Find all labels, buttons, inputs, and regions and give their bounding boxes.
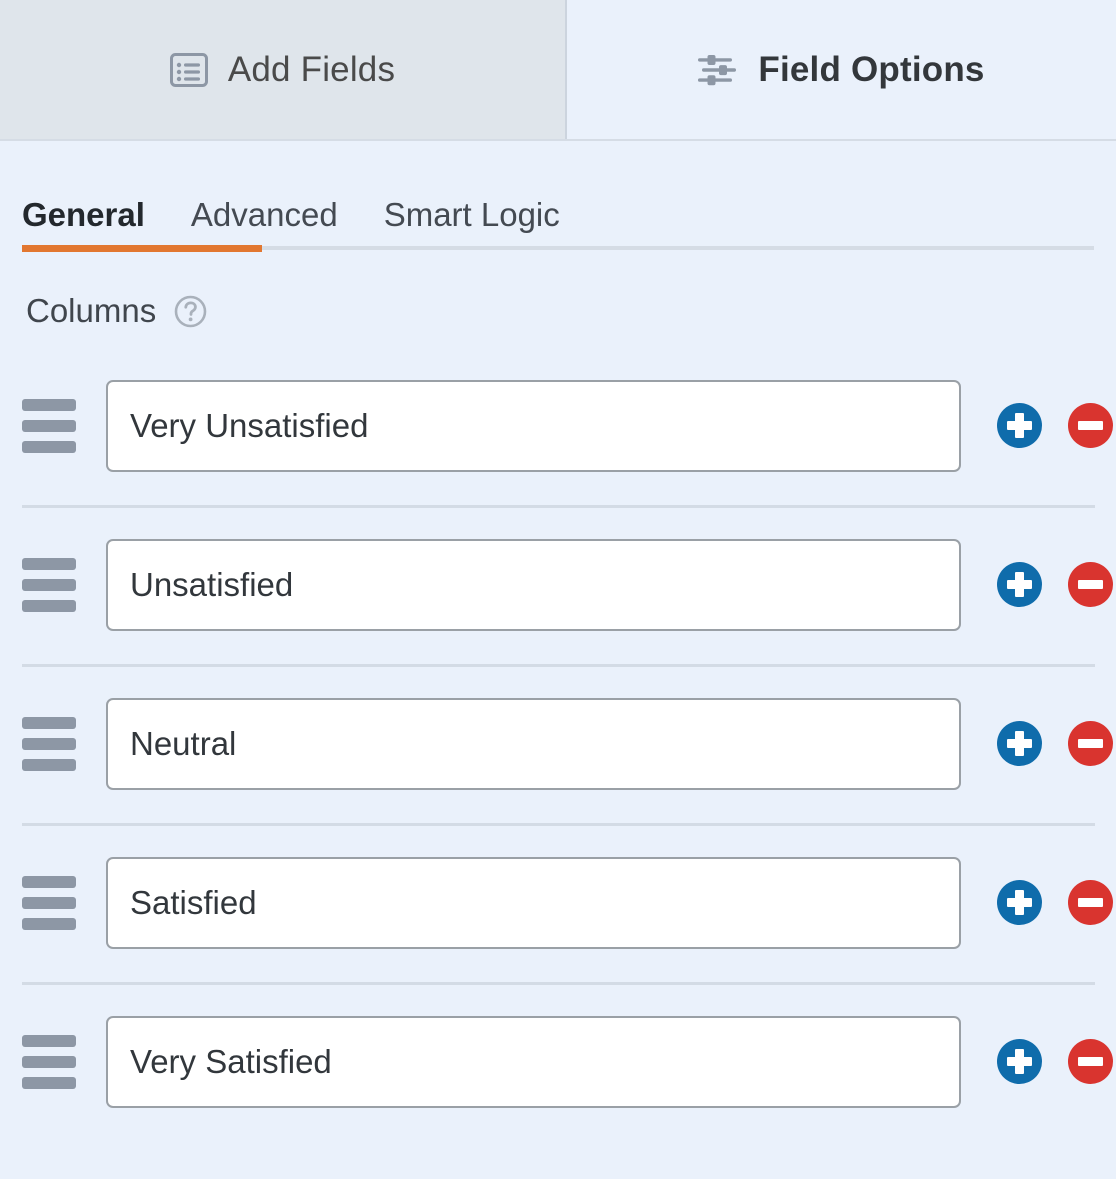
tab-add-fields[interactable]: Add Fields [0, 0, 567, 139]
sub-tab-advanced[interactable]: Advanced [191, 198, 338, 241]
add-choice-button[interactable] [997, 880, 1042, 925]
drag-handle-icon[interactable] [22, 397, 76, 455]
sub-tab-smart-logic[interactable]: Smart Logic [384, 198, 560, 241]
add-choice-button[interactable] [997, 562, 1042, 607]
choice-row [0, 346, 1116, 505]
add-fields-icon [169, 52, 208, 87]
tab-field-options-label: Field Options [758, 49, 985, 89]
main-tab-bar: Add Fields Field Options [0, 0, 1116, 141]
choice-row-buttons [997, 562, 1113, 607]
field-options-icon [698, 54, 738, 86]
choice-row [0, 823, 1116, 982]
choice-row-buttons [997, 1039, 1113, 1084]
choice-row [0, 664, 1116, 823]
choice-input[interactable] [106, 379, 961, 472]
add-choice-button[interactable] [997, 403, 1042, 448]
columns-section-header: Columns [0, 266, 1116, 346]
help-circle-icon[interactable] [174, 295, 207, 328]
tab-add-fields-label: Add Fields [227, 49, 396, 89]
sub-tab-general[interactable]: General [22, 198, 145, 241]
drag-handle-icon[interactable] [22, 874, 76, 932]
choice-input[interactable] [106, 856, 961, 949]
field-options-panel: Add Fields Field Options General Advance… [0, 0, 1116, 1179]
add-choice-button[interactable] [997, 1039, 1042, 1084]
choice-row [0, 982, 1116, 1141]
columns-label: Columns [26, 292, 157, 329]
choice-row-buttons [997, 721, 1113, 766]
drag-handle-icon[interactable] [22, 715, 76, 773]
choice-input[interactable] [106, 697, 961, 790]
remove-choice-button[interactable] [1068, 880, 1113, 925]
drag-handle-icon[interactable] [22, 556, 76, 614]
choice-input[interactable] [106, 538, 961, 631]
columns-choice-list [0, 346, 1116, 1141]
drag-handle-icon[interactable] [22, 1033, 76, 1091]
choice-row [0, 505, 1116, 664]
remove-choice-button[interactable] [1068, 721, 1113, 766]
remove-choice-button[interactable] [1068, 403, 1113, 448]
add-choice-button[interactable] [997, 721, 1042, 766]
choice-input[interactable] [106, 1015, 961, 1108]
remove-choice-button[interactable] [1068, 562, 1113, 607]
remove-choice-button[interactable] [1068, 1039, 1113, 1084]
choice-row-buttons [997, 880, 1113, 925]
sub-tab-active-indicator [22, 245, 262, 252]
tab-field-options[interactable]: Field Options [567, 0, 1116, 139]
choice-row-buttons [997, 403, 1113, 448]
sub-tab-bar: General Advanced Smart Logic [0, 141, 1116, 266]
